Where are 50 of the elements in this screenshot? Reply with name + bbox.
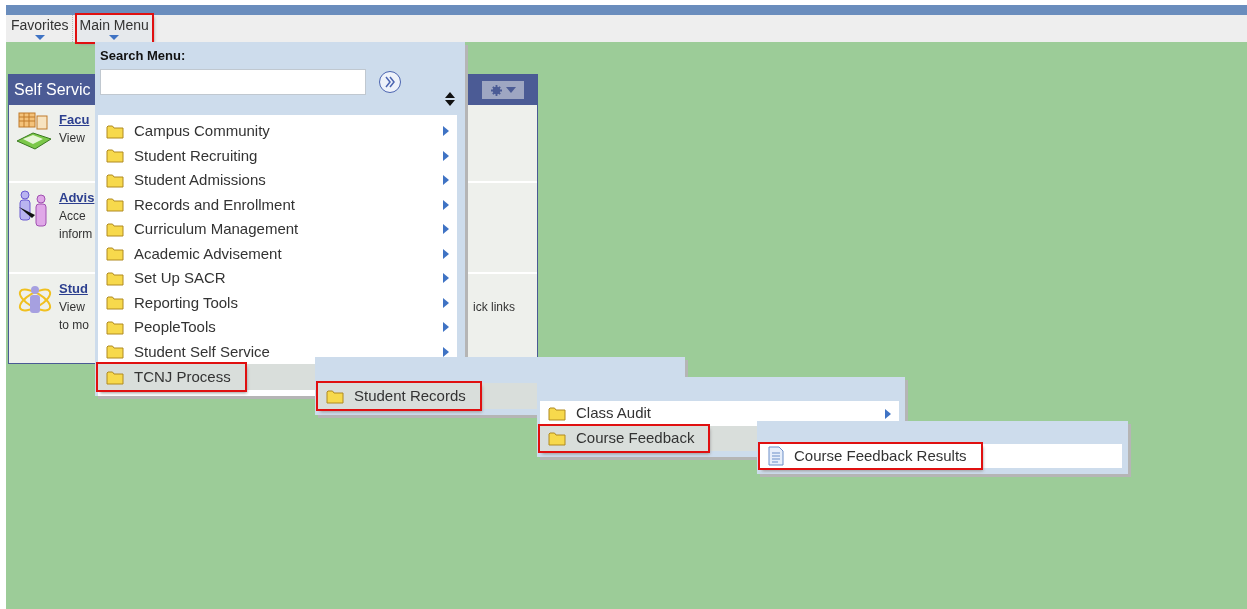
portlet-link[interactable]: Facu bbox=[59, 111, 90, 129]
description-text: ick links bbox=[473, 299, 515, 316]
sort-icon[interactable] bbox=[445, 92, 455, 106]
folder-icon bbox=[106, 123, 124, 139]
arrow-right-icon bbox=[443, 126, 449, 137]
arrow-right-icon bbox=[443, 273, 449, 284]
folder-icon bbox=[106, 246, 124, 262]
arrow-right-icon bbox=[443, 175, 449, 186]
description-text: to mo bbox=[59, 317, 89, 334]
caret-icon bbox=[505, 87, 516, 93]
portlet-link[interactable]: Stud bbox=[59, 280, 88, 298]
menu-item[interactable]: Student Records bbox=[318, 383, 537, 409]
menu-item[interactable]: Course Feedback Results bbox=[760, 444, 1122, 468]
search-go-icon[interactable] bbox=[378, 69, 402, 94]
menu-item[interactable]: Course Feedback bbox=[540, 426, 757, 451]
folder-icon bbox=[326, 388, 344, 404]
folder-icon bbox=[106, 221, 124, 237]
folder-icon bbox=[106, 344, 124, 360]
portlet-title: Self Servic bbox=[14, 80, 91, 100]
folder-icon bbox=[106, 270, 124, 286]
settings-icon bbox=[490, 84, 502, 96]
arrow-right-icon bbox=[885, 408, 891, 419]
arrow-right-icon bbox=[443, 199, 449, 210]
dropdown-caret-icon bbox=[34, 35, 45, 40]
portlet-link[interactable]: Advis bbox=[59, 189, 95, 207]
description-text: inform bbox=[59, 226, 93, 243]
arrow-right-icon bbox=[443, 248, 449, 259]
description-text: View bbox=[59, 299, 85, 316]
menu-item[interactable]: TCNJ Process bbox=[98, 364, 315, 390]
arrow-right-icon bbox=[443, 150, 449, 161]
menu-bar-item[interactable]: Main Menu bbox=[76, 15, 152, 42]
document-icon bbox=[768, 446, 784, 466]
folder-icon bbox=[106, 369, 124, 385]
arrow-right-icon bbox=[443, 322, 449, 333]
settings-button[interactable] bbox=[482, 81, 524, 99]
folder-icon bbox=[106, 197, 124, 213]
arrow-right-icon bbox=[443, 346, 449, 357]
arrow-right-icon bbox=[443, 297, 449, 308]
folder-icon bbox=[548, 431, 566, 446]
folder-icon bbox=[106, 295, 124, 311]
folder-icon bbox=[106, 319, 124, 335]
search-label: Search Menu: bbox=[100, 47, 187, 65]
description-text: View bbox=[59, 130, 85, 147]
folder-icon bbox=[106, 172, 124, 188]
description-text: Acce bbox=[59, 208, 86, 225]
arrow-right-icon bbox=[443, 224, 449, 235]
folder-icon bbox=[106, 148, 124, 164]
dropdown-caret-icon bbox=[109, 35, 120, 40]
search-field[interactable] bbox=[100, 68, 366, 95]
folder-icon bbox=[548, 406, 566, 421]
